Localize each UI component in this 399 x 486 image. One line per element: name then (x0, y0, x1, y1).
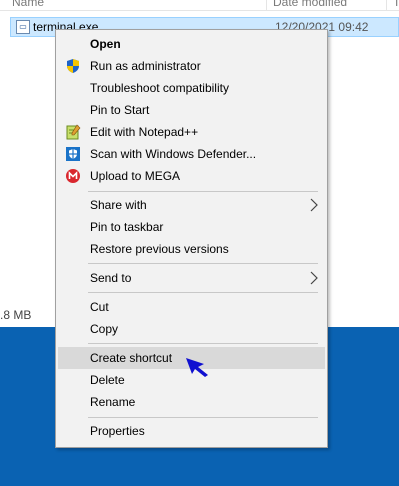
menu-item-share-with[interactable]: Share with (58, 194, 325, 216)
menu-separator (88, 191, 318, 192)
mouse-cursor-arrow-icon (186, 358, 208, 377)
menu-separator (88, 417, 318, 418)
menu-item-upload-to-mega[interactable]: Upload to MEGA (58, 165, 325, 187)
menu-item-restore-previous-versions[interactable]: Restore previous versions (58, 238, 325, 260)
menu-separator (88, 292, 318, 293)
menu-item-label: Rename (90, 395, 136, 409)
column-divider[interactable] (266, 0, 267, 10)
menu-item-label: Scan with Windows Defender... (90, 147, 257, 161)
menu-item-label: Create shortcut (90, 351, 173, 365)
menu-item-edit-with-notepad-plus-plus[interactable]: Edit with Notepad++ (58, 121, 325, 143)
status-size-text: .8 MB (0, 308, 32, 322)
notepad-plus-plus-icon (66, 124, 81, 140)
menu-item-label: Upload to MEGA (90, 169, 181, 183)
menu-item-troubleshoot-compatibility[interactable]: Troubleshoot compatibility (58, 77, 325, 99)
menu-item-open[interactable]: Open (58, 33, 325, 55)
windows-defender-icon (66, 147, 80, 161)
menu-item-rename[interactable]: Rename (58, 391, 325, 413)
menu-separator (88, 343, 318, 344)
menu-item-label: Delete (90, 373, 125, 387)
menu-item-label: Troubleshoot compatibility (90, 81, 229, 95)
menu-item-label: Cut (90, 300, 109, 314)
column-header-type[interactable]: T (393, 0, 399, 9)
column-header-date-modified[interactable]: Date modified (273, 0, 347, 9)
column-header-row: Name Date modified T (0, 0, 399, 11)
exe-file-icon: ▭ (16, 20, 30, 34)
menu-item-cut[interactable]: Cut (58, 296, 325, 318)
uac-shield-icon (67, 59, 79, 73)
menu-item-label: Restore previous versions (90, 242, 229, 256)
menu-item-run-as-administrator[interactable]: Run as administrator (58, 55, 325, 77)
menu-item-label: Open (90, 37, 121, 51)
menu-item-label: Edit with Notepad++ (90, 125, 199, 139)
context-menu: Open Run as administrator Troubleshoot c… (55, 29, 328, 448)
mega-icon (66, 169, 80, 183)
column-header-name[interactable]: Name (12, 0, 44, 9)
menu-item-label: Send to (90, 271, 132, 285)
chevron-right-icon (310, 198, 318, 212)
menu-item-pin-to-taskbar[interactable]: Pin to taskbar (58, 216, 325, 238)
menu-item-label: Share with (90, 198, 147, 212)
menu-item-pin-to-start[interactable]: Pin to Start (58, 99, 325, 121)
menu-item-label: Properties (90, 424, 145, 438)
menu-item-label: Pin to Start (90, 103, 150, 117)
menu-item-properties[interactable]: Properties (58, 420, 325, 442)
chevron-right-icon (310, 271, 318, 285)
menu-item-copy[interactable]: Copy (58, 318, 325, 340)
menu-item-label: Run as administrator (90, 59, 201, 73)
column-divider[interactable] (386, 0, 387, 10)
menu-item-scan-with-windows-defender[interactable]: Scan with Windows Defender... (58, 143, 325, 165)
menu-separator (88, 263, 318, 264)
menu-item-label: Pin to taskbar (90, 220, 164, 234)
menu-item-send-to[interactable]: Send to (58, 267, 325, 289)
menu-item-label: Copy (90, 322, 119, 336)
